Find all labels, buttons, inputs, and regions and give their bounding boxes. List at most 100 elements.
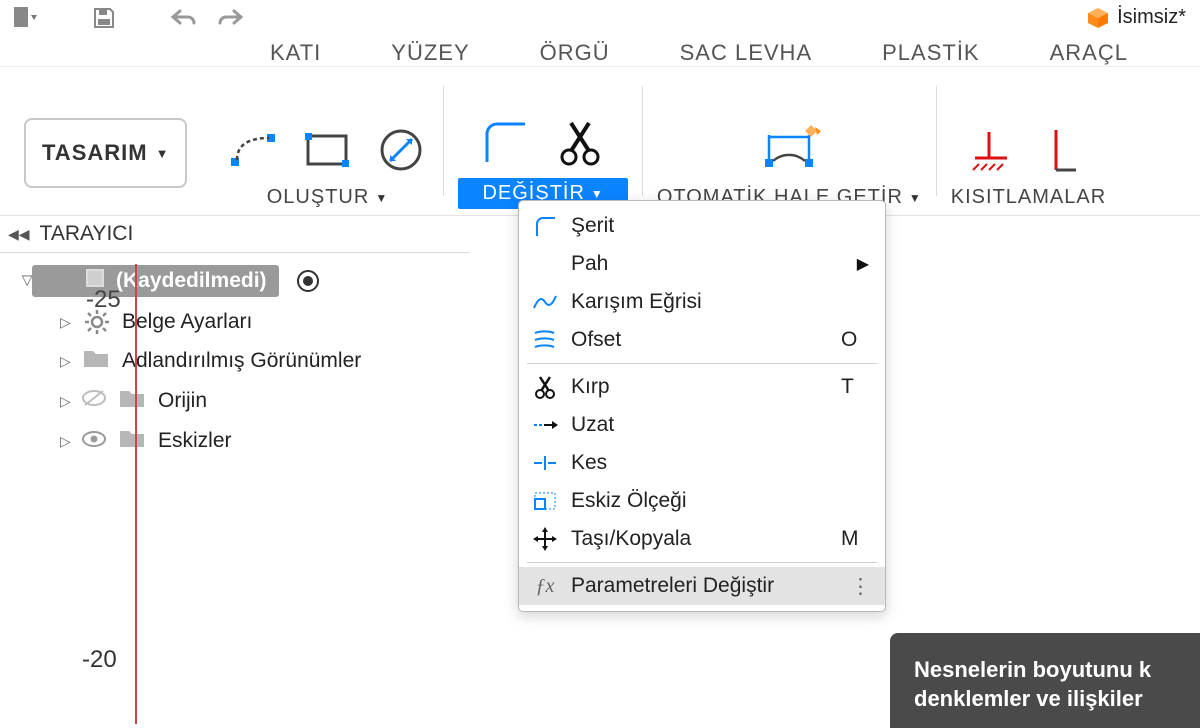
chevron-down-icon: ▼: [375, 191, 388, 205]
chevron-down-icon: ▼: [591, 187, 604, 201]
quick-access-toolbar: [0, 0, 1200, 36]
circle-tool-icon[interactable]: [373, 122, 429, 178]
active-component-radio[interactable]: [297, 270, 319, 292]
workspace-tabs: KATI YÜZEY ÖRGÜ SAC LEVHA PLASTİK ARAÇL: [0, 36, 1200, 66]
expand-icon[interactable]: ▷: [60, 433, 72, 450]
automate-section: OTOMATİK HALE GETİR▼: [643, 67, 936, 215]
menu-item-ofset[interactable]: Ofset O: [519, 321, 885, 359]
tooltip-line2: denklemler ve ilişkiler: [914, 684, 1180, 714]
more-icon[interactable]: ⋮: [850, 574, 873, 599]
collapse-icon[interactable]: ◀◀: [8, 226, 30, 243]
folder-icon: [118, 427, 148, 455]
blank-icon: [531, 251, 559, 277]
ruler-value-top: -25: [86, 286, 121, 314]
timeline-marker: [135, 264, 137, 724]
chevron-down-icon: ▼: [909, 191, 922, 205]
scale-icon: [531, 488, 559, 514]
fx-icon: ƒx: [531, 573, 559, 599]
tab-orgu[interactable]: ÖRGÜ: [540, 40, 610, 66]
tree-item-named-views[interactable]: ▷ Adlandırılmış Görünümler: [4, 341, 466, 381]
create-section-label[interactable]: OLUŞTUR▼: [267, 186, 388, 209]
menu-item-shortcut: O: [841, 328, 869, 352]
offset-icon: [531, 327, 559, 353]
tab-kati[interactable]: KATI: [270, 40, 321, 66]
menu-item-label: Eskiz Ölçeği: [571, 489, 869, 513]
menu-separator: [527, 363, 877, 364]
menu-item-label: Karışım Eğrisi: [571, 290, 869, 314]
folder-icon: [82, 347, 112, 375]
tab-yuzey[interactable]: YÜZEY: [391, 40, 469, 66]
browser-tree: ▷ (Kaydedilmedi) -25 ▷: [0, 253, 470, 467]
menu-separator: [527, 562, 877, 563]
expand-icon[interactable]: ▷: [60, 314, 72, 331]
browser-header[interactable]: ◀◀ TARAYICI: [0, 216, 470, 253]
save-icon[interactable]: [90, 4, 118, 32]
design-section: TASARIM ▼: [0, 67, 211, 215]
menu-item-label: Kes: [571, 451, 869, 475]
document-title-text: İsimsiz*: [1117, 6, 1186, 29]
design-dropdown-button[interactable]: TASARIM ▼: [24, 118, 187, 188]
menu-item-shortcut: T: [841, 375, 869, 399]
horizontal-constraint-icon[interactable]: [963, 122, 1019, 178]
design-button-label: TASARIM: [42, 140, 148, 166]
menu-item-shortcut: M: [841, 527, 869, 551]
expand-icon[interactable]: ▷: [20, 275, 37, 287]
tree-item-label: Orijin: [158, 389, 207, 413]
menu-item-parametreler[interactable]: ƒx Parametreleri Değiştir ⋮: [519, 567, 885, 605]
menu-item-label: Pah: [571, 252, 845, 276]
tree-item-doc-settings[interactable]: ▷ Belge Ayarları: [4, 303, 466, 341]
menu-item-kes[interactable]: Kes: [519, 444, 885, 482]
menu-item-label: Kırp: [571, 375, 829, 399]
menu-item-karisim[interactable]: Karışım Eğrisi: [519, 283, 885, 321]
menu-item-label: Parametreleri Değiştir: [571, 574, 869, 598]
tree-item-label: Eskizler: [158, 429, 232, 453]
extend-icon: [531, 412, 559, 438]
tree-item-label: Belge Ayarları: [122, 310, 252, 334]
menu-item-pah[interactable]: Pah ▶: [519, 245, 885, 283]
modify-section: DEĞİŞTİR▼: [444, 67, 641, 215]
constraints-section: KISITLAMALAR: [937, 67, 1120, 215]
menu-item-label: Taşı/Kopyala: [571, 527, 829, 551]
menu-item-tasi[interactable]: Taşı/Kopyala M: [519, 520, 885, 558]
tree-item-sketches[interactable]: ▷ Eskizler: [4, 421, 466, 461]
expand-icon[interactable]: ▷: [60, 393, 72, 410]
tab-plastik[interactable]: PLASTİK: [882, 40, 979, 66]
tooltip: Nesnelerin boyutunu k denklemler ve iliş…: [890, 633, 1200, 728]
modify-dropdown-menu: Şerit Pah ▶ Karışım Eğrisi Ofset O Kırp …: [518, 200, 886, 612]
chevron-down-icon: ▼: [156, 146, 170, 161]
menu-item-kirp[interactable]: Kırp T: [519, 368, 885, 406]
menu-item-olcek[interactable]: Eskiz Ölçeği: [519, 482, 885, 520]
menu-item-label: Ofset: [571, 328, 829, 352]
document-title: İsimsiz*: [1087, 6, 1186, 29]
visibility-off-icon[interactable]: [82, 389, 108, 413]
trim-tool-icon[interactable]: [552, 114, 608, 170]
tab-araclar[interactable]: ARAÇL: [1050, 40, 1128, 66]
fillet-tool-icon[interactable]: [478, 114, 534, 170]
break-icon: [531, 450, 559, 476]
menu-item-uzat[interactable]: Uzat: [519, 406, 885, 444]
tab-saclevha[interactable]: SAC LEVHA: [680, 40, 813, 66]
menu-item-label: Şerit: [571, 214, 869, 238]
line-tool-icon[interactable]: [225, 122, 281, 178]
vertical-constraint-icon[interactable]: [1037, 122, 1093, 178]
scissors-icon: [531, 374, 559, 400]
constraints-section-label[interactable]: KISITLAMALAR: [951, 186, 1106, 209]
visibility-icon[interactable]: [82, 429, 108, 453]
tree-root-row[interactable]: ▷ (Kaydedilmedi): [4, 259, 466, 303]
menu-item-label: Uzat: [571, 413, 869, 437]
rectangle-tool-icon[interactable]: [299, 122, 355, 178]
redo-icon[interactable]: [216, 4, 244, 32]
auto-dimension-icon[interactable]: [761, 122, 817, 178]
menu-item-serit[interactable]: Şerit: [519, 207, 885, 245]
fillet-icon: [531, 213, 559, 239]
tooltip-line1: Nesnelerin boyutunu k: [914, 655, 1180, 685]
cube-icon: [1087, 7, 1109, 29]
tree-root-label: (Kaydedilmedi): [116, 269, 267, 293]
ribbon: TASARIM ▼ OLUŞTUR▼: [0, 66, 1200, 216]
file-dropdown-icon[interactable]: [10, 4, 38, 32]
tree-item-origin[interactable]: ▷ Orijin: [4, 381, 466, 421]
expand-icon[interactable]: ▷: [60, 353, 72, 370]
submenu-arrow-icon: ▶: [857, 254, 869, 274]
tree-item-label: Adlandırılmış Görünümler: [122, 349, 361, 373]
undo-icon[interactable]: [170, 4, 198, 32]
